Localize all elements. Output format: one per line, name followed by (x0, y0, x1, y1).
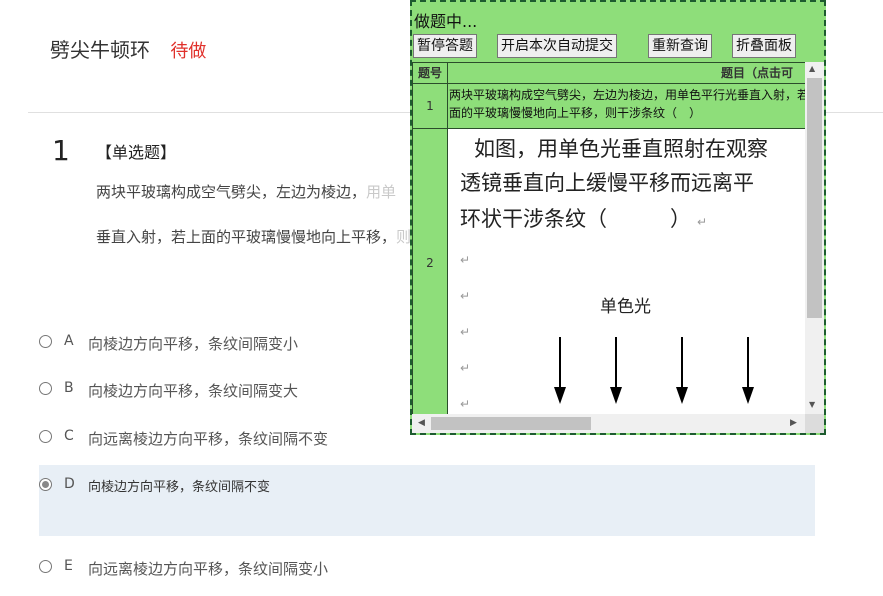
table-row-1-question[interactable]: 两块平玻璃构成空气劈尖，左边为棱边，用单色平行光垂直入射，若上面的平玻璃慢慢地向… (447, 83, 805, 129)
pause-button[interactable]: 暂停答题 (413, 34, 477, 58)
question-number: 1 (52, 134, 70, 167)
option-text: 向棱边方向平移，条纹间隔不变 (88, 480, 271, 495)
scroll-up-arrow-icon[interactable]: ▲ (809, 64, 815, 73)
fold-panel-button[interactable]: 折叠面板 (732, 34, 796, 58)
question-text-line1: 两块平玻璃构成空气劈尖，左边为棱边，用单 (96, 181, 396, 202)
page-title: 劈尖牛顿环 (50, 38, 150, 62)
scroll-right-arrow-icon[interactable]: ▶ (790, 418, 797, 428)
radio-option-b[interactable] (39, 382, 52, 395)
option-text: 向远离棱边方向平移，条纹间隔不变 (88, 430, 329, 448)
option-c[interactable]: C 向远离棱边方向平移，条纹间隔不变 (39, 428, 328, 464)
option-text: 向棱边方向平移，条纹间隔变大 (88, 382, 299, 400)
light-arrow-2 (610, 337, 622, 404)
light-arrow-4 (742, 337, 754, 404)
question-text-line1-main: 两块平玻璃构成空气劈尖，左边为棱边， (96, 183, 367, 201)
option-e[interactable]: E 向远离棱边方向平移，条纹间隔变小 (39, 558, 328, 594)
horizontal-scroll-thumb[interactable] (431, 417, 591, 430)
scroll-left-arrow-icon[interactable]: ◀ (418, 418, 425, 428)
table-row-1-no: 1 (412, 83, 448, 129)
option-b[interactable]: B 向棱边方向平移，条纹间隔变大 (39, 380, 298, 416)
option-letter: B (64, 380, 74, 396)
vertical-scrollbar[interactable]: ▲ ▼ (805, 62, 824, 414)
option-a[interactable]: A 向棱边方向平移，条纹间隔变小 (39, 333, 298, 369)
auto-submit-button[interactable]: 开启本次自动提交 (497, 34, 617, 58)
radio-option-d[interactable] (39, 478, 52, 491)
status-badge: 待做 (170, 41, 207, 62)
light-arrow-3 (676, 337, 688, 404)
horizontal-scrollbar[interactable]: ◀ ▶ (412, 414, 805, 433)
page-header: 劈尖牛顿环 待做 (50, 34, 206, 63)
table-row-2-no: 2 (412, 128, 448, 414)
question-text-line2-faded: 则 (396, 228, 412, 246)
vertical-scroll-thumb[interactable] (807, 78, 822, 318)
option-letter: C (64, 428, 74, 444)
radio-option-a[interactable] (39, 335, 52, 348)
question-type: 【单选题】 (96, 143, 177, 162)
question-table: 题号 题目（点击可 1 两块平玻璃构成空气劈尖，左边为棱边，用单色平行光垂直入射… (412, 62, 805, 414)
option-letter: D (64, 476, 75, 492)
option-letter: A (64, 333, 74, 349)
option-text: 向棱边方向平移，条纹间隔变小 (88, 335, 299, 353)
option-d[interactable]: D 向棱边方向平移，条纹间隔不变 (39, 476, 270, 512)
question-text-line2-main: 垂直入射，若上面的平玻璃慢慢地向上平移， (96, 228, 397, 246)
question-text-line2: 垂直入射，若上面的平玻璃慢慢地向上平移，则 (96, 226, 411, 247)
radio-option-c[interactable] (39, 430, 52, 443)
refresh-query-button[interactable]: 重新查询 (648, 34, 712, 58)
option-text: 向远离棱边方向平移，条纹间隔变小 (88, 560, 329, 578)
table-header-question[interactable]: 题目（点击可 (447, 62, 805, 84)
option-letter: E (64, 558, 73, 574)
light-arrow-1 (554, 337, 566, 404)
table-row-2-question[interactable]: 如图，用单色光垂直照射在观察 透镜垂直向上缓慢平移而远离平 环状干涉条纹（ ） ↵… (447, 128, 805, 414)
table-header-no: 题号 (412, 62, 448, 84)
scroll-down-arrow-icon[interactable]: ▼ (809, 400, 815, 409)
question-text-line1-faded: 用单 (366, 183, 397, 201)
answer-panel[interactable]: 做题中... 暂停答题 开启本次自动提交 重新查询 折叠面板 题号 题目（点击可… (410, 0, 826, 435)
radio-option-e[interactable] (39, 560, 52, 573)
light-arrows-figure (554, 337, 754, 404)
panel-title: 做题中... (414, 12, 478, 31)
scrollbar-corner (805, 414, 824, 433)
